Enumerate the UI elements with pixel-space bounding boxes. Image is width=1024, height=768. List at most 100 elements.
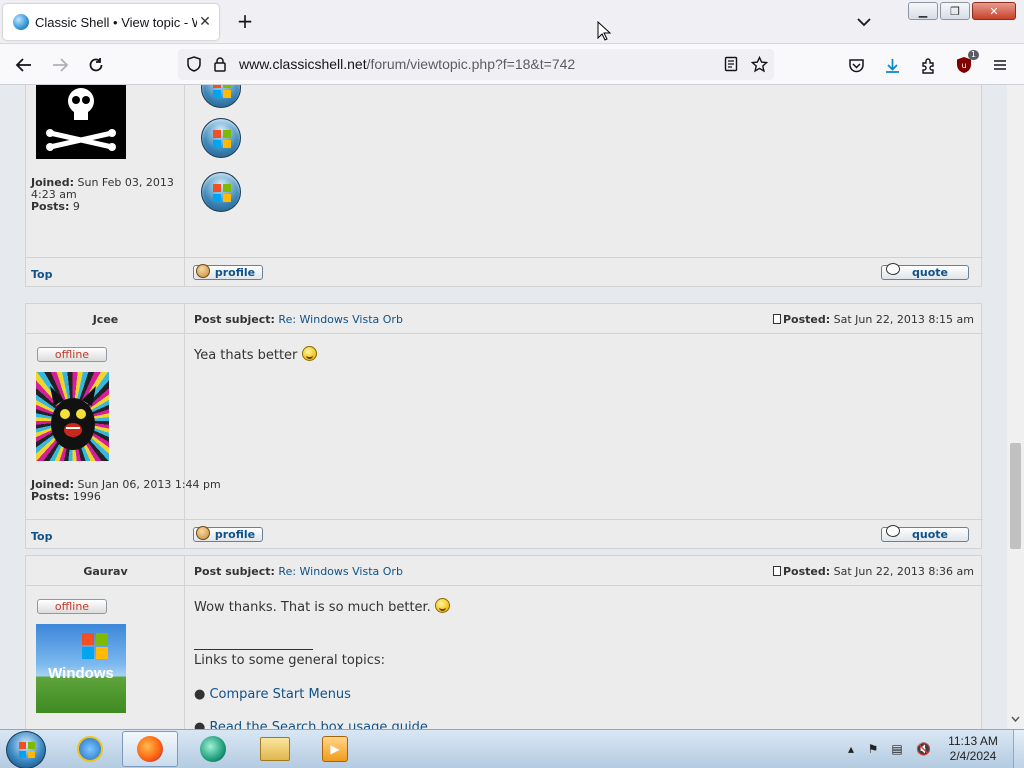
posted-value: Sat Jun 22, 2013 8:36 am	[833, 565, 974, 578]
show-hidden-icons-arrow-icon[interactable]: ▴	[844, 742, 858, 756]
quote-button[interactable]: quote	[881, 525, 969, 542]
scrollbar-thumb[interactable]	[1010, 443, 1021, 549]
forum-post: Joined: Sun Feb 03, 2013 4:23 am Posts: …	[25, 85, 983, 287]
reload-icon[interactable]	[85, 54, 107, 76]
posted-label: Posted:	[782, 565, 831, 578]
restore-button[interactable]: ❐	[940, 2, 970, 20]
forward-arrow-icon[interactable]	[49, 54, 71, 76]
forum-page: Joined: Sun Feb 03, 2013 4:23 am Posts: …	[0, 85, 1007, 729]
post-author[interactable]: Gaurav	[26, 565, 185, 578]
extension-badge: 1	[967, 50, 979, 60]
windows-taskbar: ▶ ▴ ⚑ ▤ 🔇 11:13 AM 2/4/2024	[0, 729, 1024, 768]
volume-muted-icon[interactable]: 🔇	[916, 742, 931, 756]
close-window-button[interactable]: ✕	[972, 2, 1016, 20]
profile-button-label: profile	[214, 528, 256, 541]
address-bar[interactable]: www.classicshell.net/forum/viewtopic.php…	[178, 49, 774, 80]
top-link[interactable]: Top	[31, 268, 52, 281]
browser-tab-bar: Classic Shell • View topic - Windows Vis…	[0, 0, 1024, 44]
windows-orb-image	[201, 172, 241, 212]
minimize-button[interactable]: ▁	[908, 2, 938, 20]
quote-button-label: quote	[912, 528, 948, 541]
compare-start-menus-link[interactable]: Compare Start Menus	[209, 687, 350, 702]
subject-label: Post subject:	[194, 313, 275, 326]
post-doc-icon[interactable]	[772, 314, 781, 324]
post-header: Gaurav Post subject: Re: Windows Vista O…	[26, 556, 983, 586]
post-date: Posted: Sat Jun 22, 2013 8:36 am	[772, 565, 974, 578]
taskbar-file-explorer[interactable]	[247, 731, 303, 767]
page-scrollbar[interactable]	[1007, 85, 1024, 729]
taskbar-firefox[interactable]	[122, 731, 178, 767]
windows-xp-avatar: Windows	[36, 624, 126, 713]
svg-text:Windows: Windows	[48, 665, 114, 682]
post-doc-icon[interactable]	[772, 566, 781, 576]
subject-label: Post subject:	[194, 565, 275, 578]
tab-title: Classic Shell • View topic - Windows Vis…	[35, 14, 197, 30]
network-icon[interactable]: ▤	[890, 742, 904, 756]
downloads-icon[interactable]	[881, 54, 903, 76]
tracking-protection-shield-icon[interactable]	[183, 53, 205, 75]
quote-bubble-icon	[886, 525, 900, 537]
subject-link[interactable]: Re: Windows Vista Orb	[278, 565, 403, 578]
tab-close-icon[interactable]: ✕	[197, 14, 213, 30]
post-message-text: Yea thats better	[194, 348, 298, 363]
profile-user-icon	[196, 264, 210, 278]
pocket-icon[interactable]	[845, 54, 867, 76]
firefox-icon	[137, 736, 163, 762]
forum-post: Gaurav Post subject: Re: Windows Vista O…	[25, 555, 983, 729]
ublock-origin-icon[interactable]: u 1	[953, 50, 979, 76]
post-message: Wow thanks. That is so much better.	[194, 598, 450, 615]
minimize-icon: ▁	[918, 4, 928, 18]
start-button-orb-icon[interactable]	[6, 731, 46, 768]
author-joined-info: Joined: Sun Feb 03, 2013 4:23 am Posts: …	[31, 177, 184, 213]
post-subject: Post subject: Re: Windows Vista Orb	[194, 313, 403, 326]
posts-count-label: Posts:	[31, 490, 70, 503]
taskbar-media-player[interactable]: ▶	[307, 731, 363, 767]
black-cat-avatar	[36, 372, 109, 461]
back-arrow-icon[interactable]	[13, 54, 35, 76]
scroll-down-arrow-icon[interactable]	[1011, 715, 1020, 723]
classic-shell-favicon-icon	[13, 14, 29, 30]
taskbar-internet-explorer[interactable]	[62, 731, 118, 767]
profile-button[interactable]: profile	[193, 264, 263, 280]
signature-divider	[194, 649, 313, 650]
search-box-guide-link[interactable]: Read the Search box usage guide	[209, 720, 427, 729]
profile-user-icon	[196, 526, 210, 540]
offline-status-badge: offline	[37, 347, 107, 362]
lock-icon[interactable]	[209, 53, 231, 75]
taskbar-app[interactable]	[185, 731, 241, 767]
action-center-flag-icon[interactable]: ⚑	[866, 742, 880, 756]
green-app-icon	[200, 736, 226, 762]
browser-nav-bar: www.classicshell.net/forum/viewtopic.php…	[0, 44, 1024, 85]
top-link[interactable]: Top	[31, 530, 52, 543]
signature-link-item: ● Read the Search box usage guide	[194, 720, 428, 729]
post-message-text: Wow thanks. That is so much better.	[194, 600, 431, 615]
mouse-cursor-icon	[597, 21, 611, 41]
post-author-column: Joined: Sun Feb 03, 2013 4:23 am Posts: …	[26, 85, 185, 286]
post-header: Jcee Post subject: Re: Windows Vista Orb…	[26, 304, 983, 334]
restore-icon: ❐	[950, 4, 960, 18]
quote-button[interactable]: quote	[881, 263, 969, 280]
system-clock[interactable]: 11:13 AM 2/4/2024	[940, 734, 1006, 764]
list-all-tabs-chevron-icon[interactable]	[855, 14, 873, 30]
new-tab-button[interactable]: +	[234, 11, 256, 33]
window-controls: ▁ ❐ ✕	[908, 2, 1016, 20]
offline-status-badge: offline	[37, 599, 107, 614]
profile-button[interactable]: profile	[193, 526, 263, 542]
extensions-puzzle-icon[interactable]	[917, 54, 939, 76]
menu-hamburger-icon[interactable]	[989, 54, 1011, 76]
subject-link[interactable]: Re: Windows Vista Orb	[278, 313, 403, 326]
reader-view-icon[interactable]	[720, 53, 742, 75]
windows-orb-image	[201, 118, 241, 158]
url-text[interactable]: www.classicshell.net/forum/viewtopic.php…	[239, 56, 575, 72]
signature-link-item: ● Compare Start Menus	[194, 687, 351, 702]
post-author[interactable]: Jcee	[26, 313, 185, 326]
show-desktop-button[interactable]	[1013, 730, 1024, 768]
author-joined-info: Joined: Sun Jan 06, 2013 1:44 pm Posts: …	[31, 479, 221, 503]
bookmark-star-icon[interactable]	[748, 53, 770, 75]
post-message: Yea thats better	[194, 346, 317, 363]
media-player-icon: ▶	[322, 736, 348, 762]
posts-count-value: 9	[72, 200, 80, 213]
url-path: /forum/viewtopic.php?f=18&t=742	[366, 56, 576, 72]
browser-tab[interactable]: Classic Shell • View topic - Windows Vis…	[3, 4, 219, 40]
signature-heading: Links to some general topics:	[194, 653, 385, 668]
